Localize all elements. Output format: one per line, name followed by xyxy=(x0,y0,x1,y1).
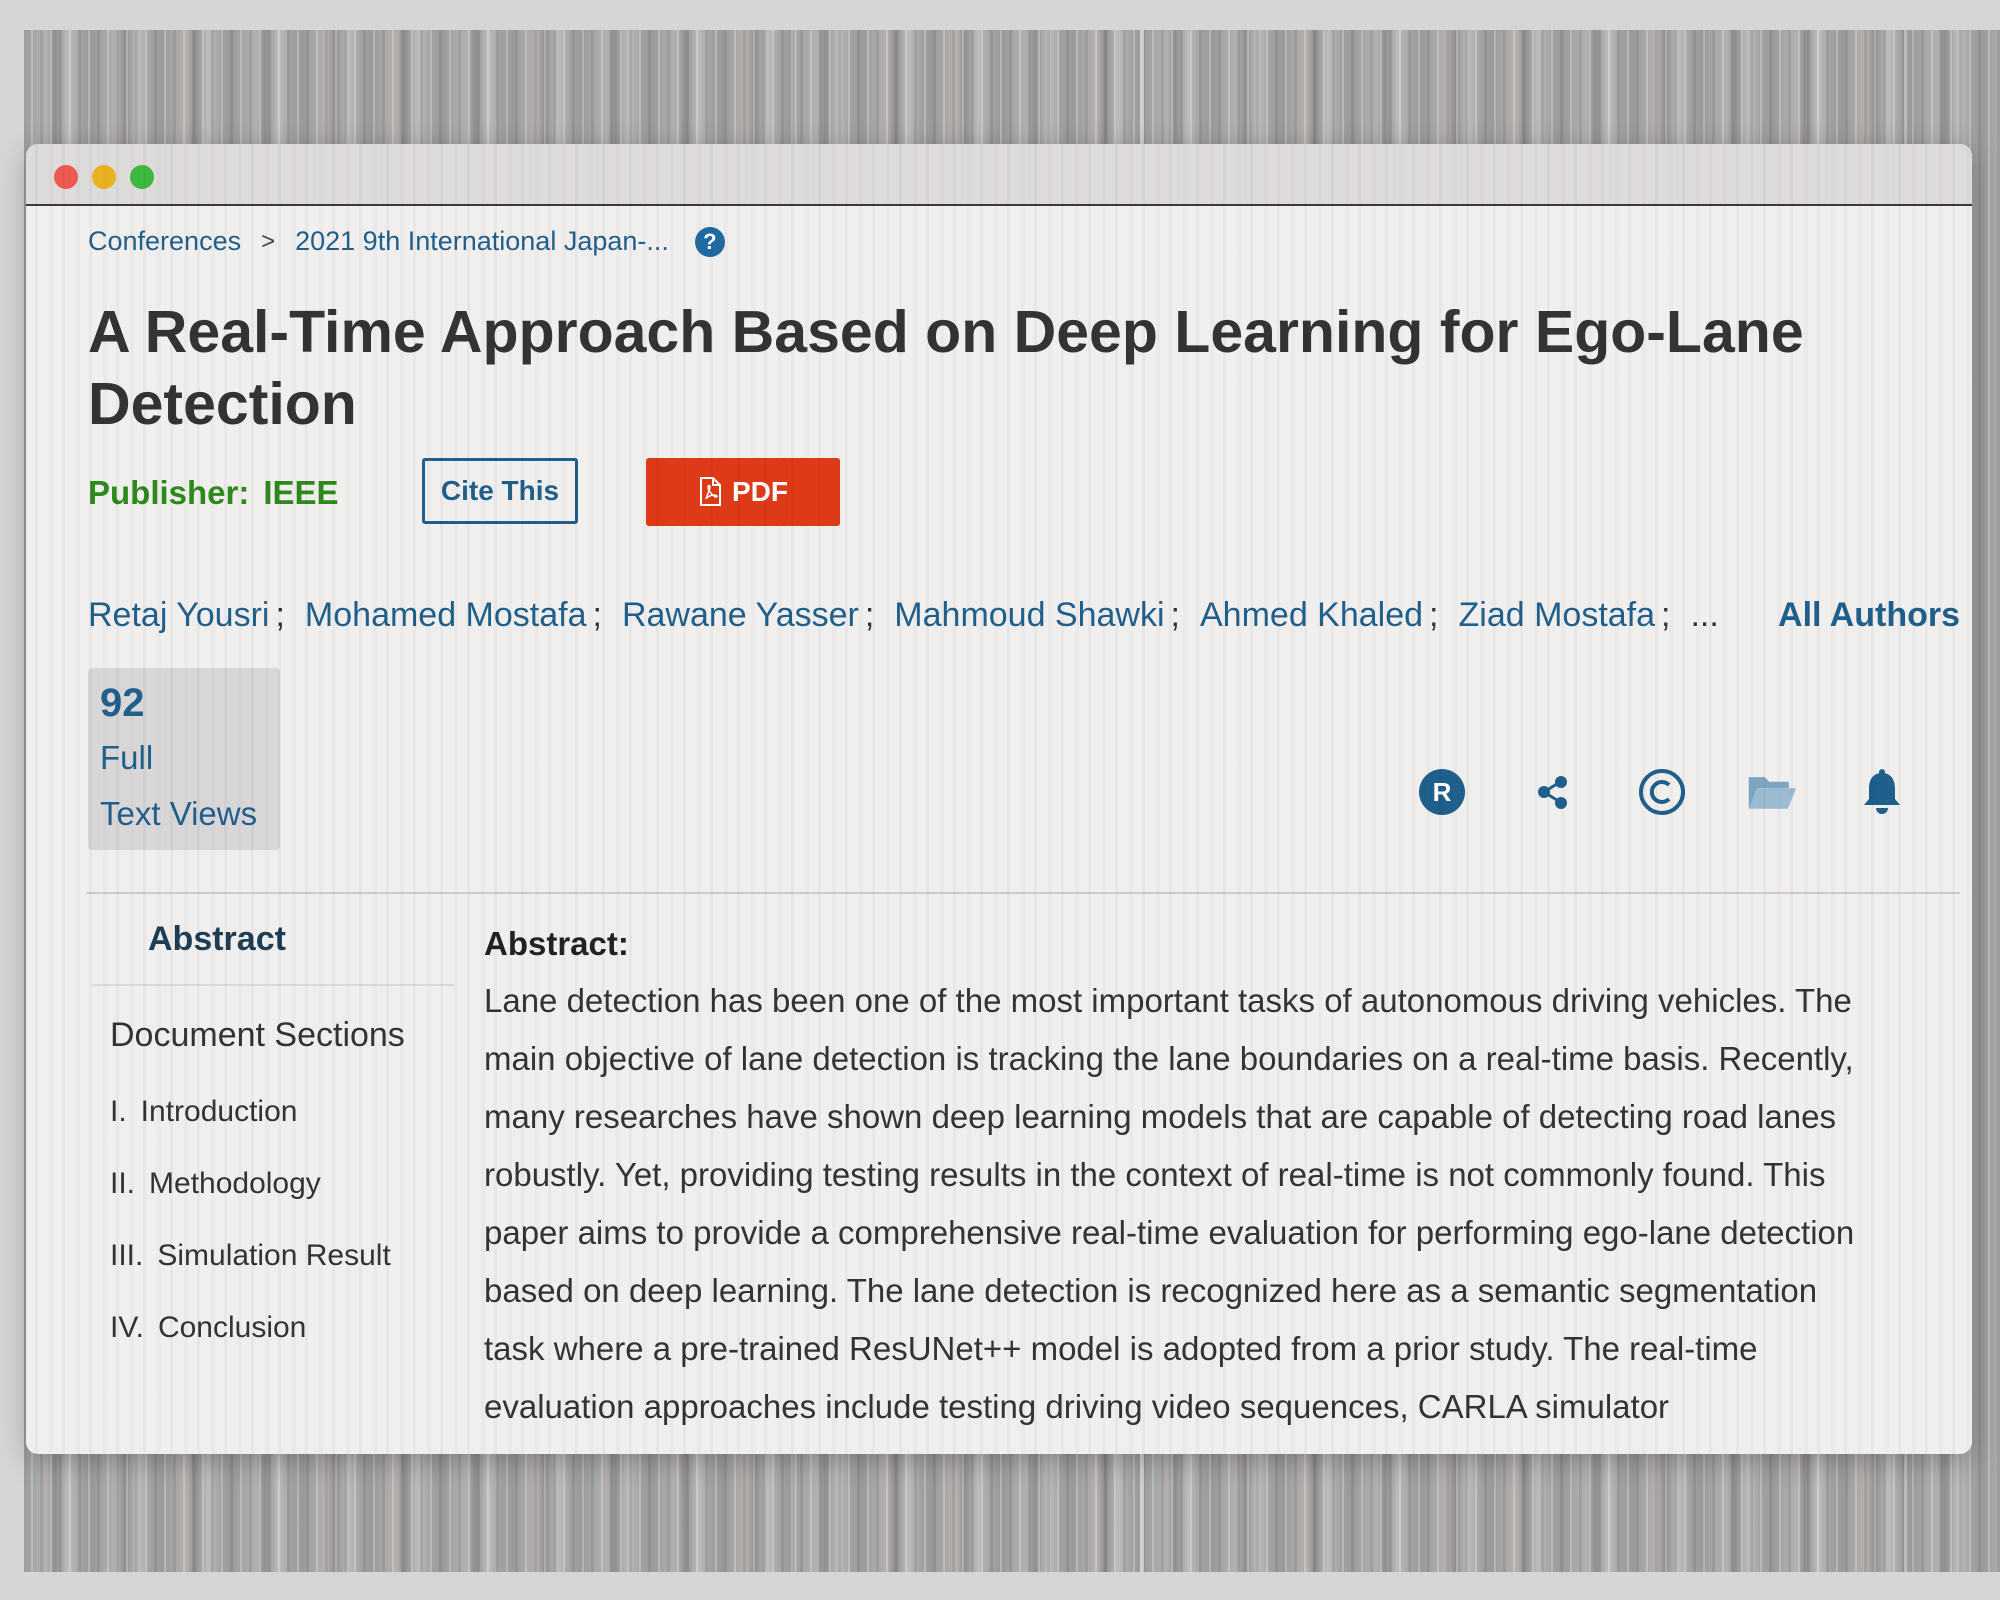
section-number: IV. xyxy=(110,1311,144,1344)
window-titlebar xyxy=(26,144,1972,206)
abstract-line: paper aims to provide a comprehensive re… xyxy=(484,1214,1855,1251)
section-label: Conclusion xyxy=(157,1311,307,1344)
section-label: Methodology xyxy=(149,1167,321,1200)
sidebar-item-abstract[interactable]: Abstract xyxy=(92,912,454,986)
author-separator: ; xyxy=(1661,596,1671,634)
breadcrumb-conference-name[interactable]: 2021 9th International Japan-... xyxy=(295,226,669,257)
abstract-line: evaluation approaches include testing dr… xyxy=(484,1388,1670,1425)
abstract-line: Lane detection has been one of the most … xyxy=(484,982,1852,1019)
metric-count: 92 xyxy=(100,681,145,725)
section-number: III. xyxy=(110,1239,144,1272)
author-link[interactable]: Mahmoud Shawki xyxy=(894,596,1164,635)
metric-label-line2: Text Views xyxy=(100,795,258,832)
abstract-line: main objective of lane detection is trac… xyxy=(484,1040,1854,1077)
publisher: Publisher: IEEE xyxy=(88,474,339,512)
minimize-window-button[interactable] xyxy=(92,165,116,189)
abstract-text: Lane detection has been one of the most … xyxy=(484,972,1954,1436)
abstract-line: based on deep learning. The lane detecti… xyxy=(484,1272,1818,1309)
save-to-folder-button[interactable] xyxy=(1746,766,1798,818)
copyright-icon xyxy=(1639,769,1685,815)
metric-label-line1: Full xyxy=(100,739,154,776)
sidebar-item-conclusion[interactable]: IV. Conclusion xyxy=(110,1313,454,1343)
pdf-button-label: PDF xyxy=(732,476,788,507)
all-authors-link[interactable]: All Authors xyxy=(1778,596,1960,635)
author-link[interactable]: Retaj Yousri xyxy=(88,596,269,635)
share-button[interactable] xyxy=(1526,766,1578,818)
question-circle-icon[interactable]: ? xyxy=(694,226,725,257)
share-icon xyxy=(1538,776,1567,809)
copyright-button[interactable] xyxy=(1636,766,1688,818)
publisher-name: IEEE xyxy=(263,474,339,511)
sidebar-item-methodology[interactable]: II. Methodology xyxy=(110,1169,454,1199)
breadcrumb-separator: > xyxy=(261,227,276,255)
author-separator: ; xyxy=(1170,596,1180,634)
cite-this-button[interactable]: Cite This xyxy=(422,458,578,524)
author-separator: ; xyxy=(275,596,285,634)
author-separator: ; xyxy=(864,596,875,634)
abstract-line: robustly. Yet, providing testing results… xyxy=(484,1156,1826,1193)
sidebar-item-introduction[interactable]: I. Introduction xyxy=(110,1097,454,1127)
section-divider xyxy=(86,892,1960,894)
sidebar-item-simulation-result[interactable]: III. Simulation Result xyxy=(110,1241,454,1271)
abstract-section: Abstract: Lane detection has been one of… xyxy=(484,916,1954,1436)
section-label: Simulation Result xyxy=(157,1239,391,1272)
author-link[interactable]: Rawane Yasser xyxy=(622,596,859,635)
breadcrumb: Conferences > 2021 9th International Jap… xyxy=(88,226,725,257)
section-label: Introduction xyxy=(140,1095,298,1128)
browser-window: Conferences > 2021 9th International Jap… xyxy=(26,144,1972,1454)
pdf-file-icon xyxy=(700,477,721,506)
author-separator: ; xyxy=(592,596,602,634)
publisher-label: Publisher: xyxy=(88,474,250,511)
author-link[interactable]: Ahmed Khaled xyxy=(1200,596,1423,635)
rights-icon-letter: R xyxy=(1433,777,1452,807)
pdf-button[interactable]: PDF xyxy=(646,458,840,526)
breadcrumb-conferences[interactable]: Conferences xyxy=(88,226,241,257)
author-link[interactable]: Mohamed Mostafa xyxy=(305,596,587,635)
document-sidebar: Abstract Document Sections I. Introductio… xyxy=(92,912,454,1343)
document-actions: R xyxy=(1416,766,1908,818)
abstract-line: task where a pre-trained ResUNet++ model… xyxy=(484,1330,1758,1367)
paper-title: A Real-Time Approach Based on Deep Learn… xyxy=(88,299,1804,437)
page-content: Conferences > 2021 9th International Jap… xyxy=(26,206,1972,1454)
bell-icon xyxy=(1864,769,1900,814)
document-sections-title[interactable]: Document Sections xyxy=(110,1016,454,1055)
rights-permissions-icon: R xyxy=(1419,769,1465,815)
section-number: II. xyxy=(110,1167,136,1200)
alerts-button[interactable] xyxy=(1856,766,1908,818)
section-number: I. xyxy=(110,1095,127,1128)
abstract-heading: Abstract: xyxy=(484,925,629,962)
authors-ellipsis: ... xyxy=(1690,596,1719,634)
author-separator: ; xyxy=(1429,596,1439,634)
maximize-window-button[interactable] xyxy=(130,165,154,189)
full-text-views-metric[interactable]: 92 Full Text Views xyxy=(88,668,280,850)
authors-list: Retaj Yousri; Mohamed Mostafa; Rawane Ya… xyxy=(88,596,1960,635)
abstract-line: many researches have shown deep learning… xyxy=(484,1098,1837,1135)
author-link[interactable]: Ziad Mostafa xyxy=(1459,596,1656,635)
folder-icon xyxy=(1748,777,1797,809)
close-window-button[interactable] xyxy=(54,165,78,189)
rights-permissions-button[interactable]: R xyxy=(1416,766,1468,818)
